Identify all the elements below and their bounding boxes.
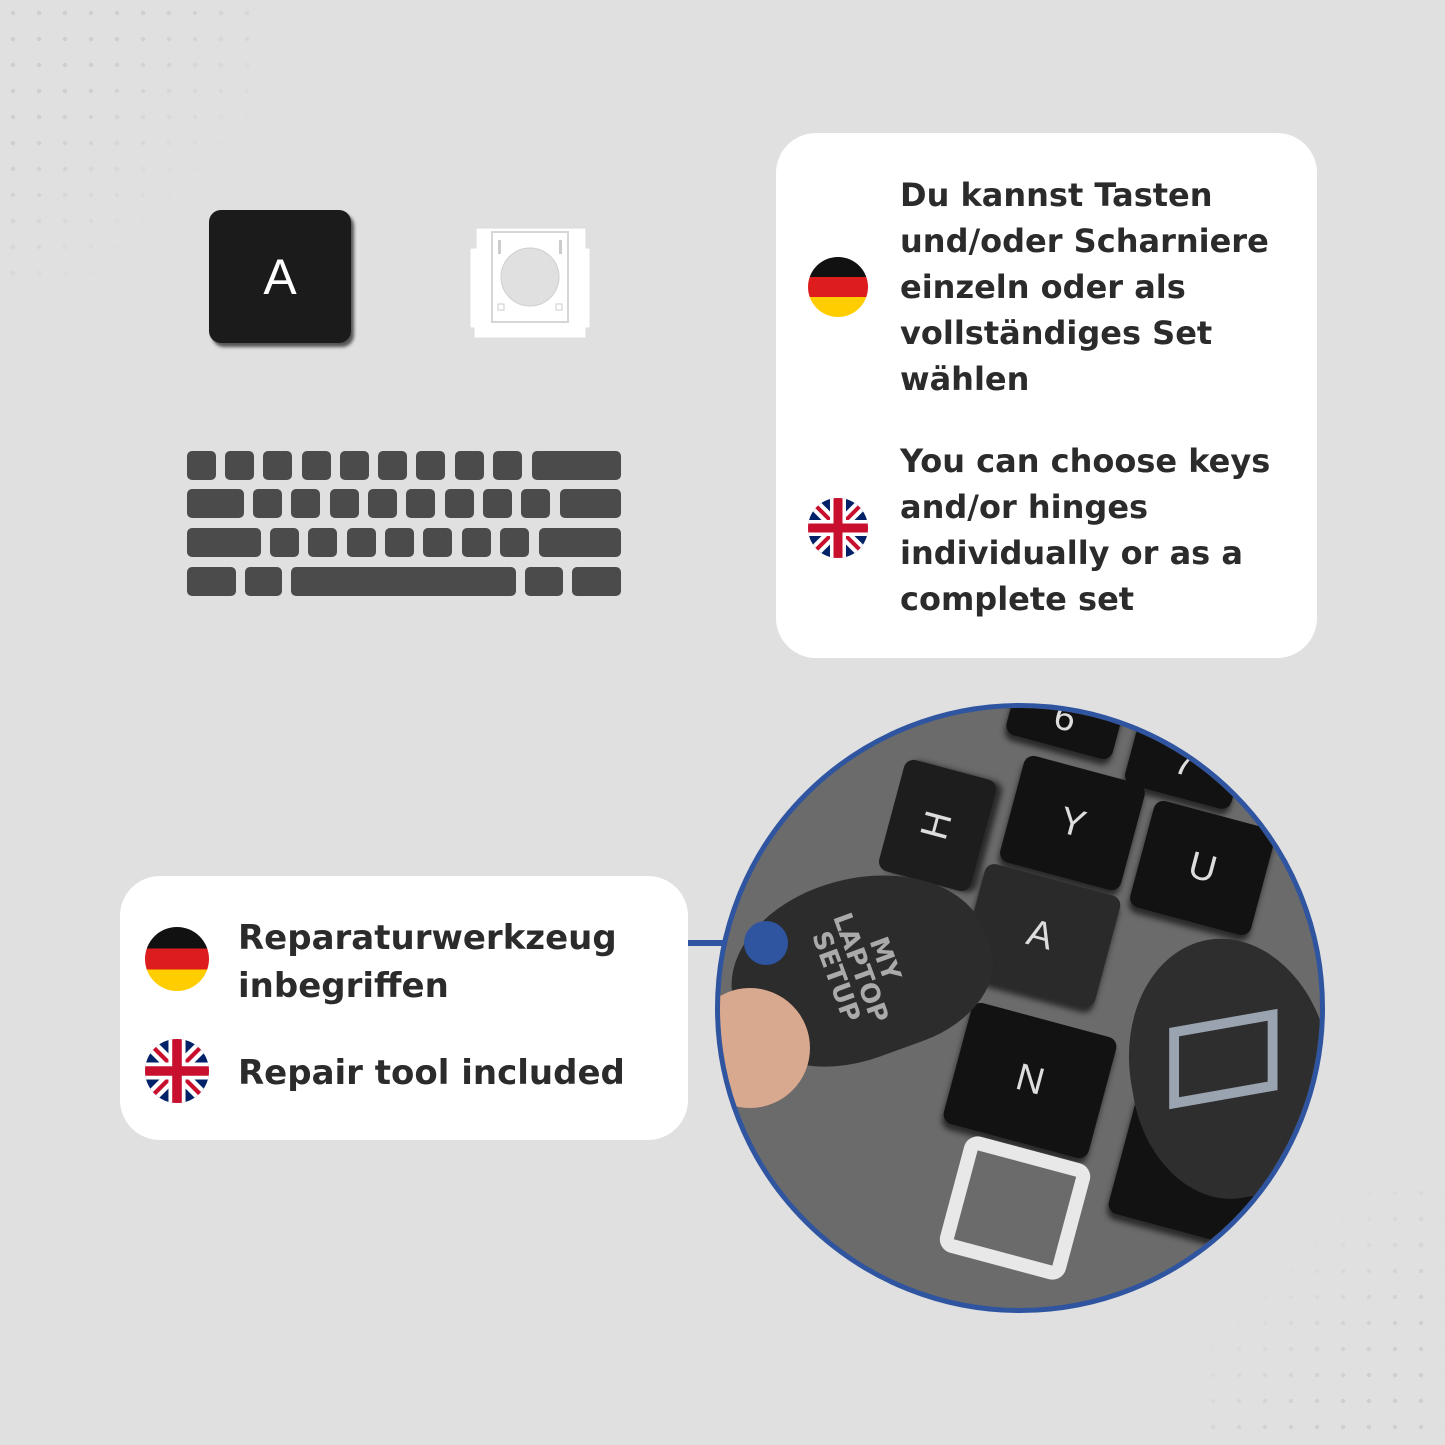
keyboard-key	[291, 489, 320, 518]
keyboard-key	[385, 528, 414, 557]
keyboard-key	[539, 528, 621, 557]
keyboard-key	[483, 489, 512, 518]
keyboard-key	[225, 451, 254, 480]
bottom-text-en: Repair tool included	[238, 1053, 625, 1093]
keyboard-key	[187, 528, 261, 557]
keyboard-key	[187, 567, 236, 596]
keyboard-key	[500, 528, 529, 557]
product-photo: 6 7 H Y U A N M MY LAPTOP SETUP	[715, 703, 1325, 1313]
connector-dot	[744, 921, 788, 965]
keyboard-key	[455, 451, 484, 480]
keyboard-key	[187, 451, 216, 480]
keyboard-key	[560, 489, 621, 518]
uk-flag-icon	[145, 1039, 209, 1103]
keyboard-key	[525, 567, 563, 596]
keyboard-key	[445, 489, 474, 518]
germany-flag-icon	[145, 927, 209, 991]
keyboard-key	[330, 489, 359, 518]
uk-flag-icon	[808, 498, 868, 558]
keyboard-key	[378, 451, 407, 480]
keyboard-key	[423, 528, 452, 557]
keyboard-key	[291, 567, 516, 596]
keyboard-key	[532, 451, 621, 480]
keyboard-key	[245, 567, 282, 596]
keyboard-key	[187, 489, 244, 518]
keyboard-key	[368, 489, 397, 518]
tool-text: MY LAPTOP SETUP	[805, 908, 907, 1027]
keyboard-key	[416, 451, 445, 480]
photo-key: N	[941, 1000, 1119, 1161]
keycap-letter: A	[263, 248, 297, 305]
keyboard-key	[462, 528, 491, 557]
photo-key: H	[876, 757, 999, 894]
keyboard-key	[302, 451, 331, 480]
top-text-en: You can choose keys and/or hinges indivi…	[900, 442, 1271, 618]
keyboard-key	[493, 451, 522, 480]
keyboard-key	[308, 528, 337, 557]
keyboard-key	[253, 489, 282, 518]
photo-key: 6	[1004, 708, 1126, 762]
keyboard-key	[406, 489, 435, 518]
keyboard-key	[340, 451, 369, 480]
photo-key: U	[1127, 798, 1278, 938]
top-text-de: Du kannst Tasten und/oder Scharniere ein…	[900, 176, 1269, 398]
laptop-icon	[1169, 1008, 1278, 1110]
keyboard-key	[270, 528, 299, 557]
keycap-illustration: A	[209, 210, 351, 343]
keyboard-key	[521, 489, 550, 518]
keyboard-key	[347, 528, 376, 557]
germany-flag-icon	[808, 257, 868, 317]
keyboard-key	[263, 451, 292, 480]
hinge-icon	[470, 227, 590, 338]
bottom-text-de: Reparaturwerkzeug inbegriffen	[238, 918, 617, 1006]
keyboard-key	[572, 567, 621, 596]
